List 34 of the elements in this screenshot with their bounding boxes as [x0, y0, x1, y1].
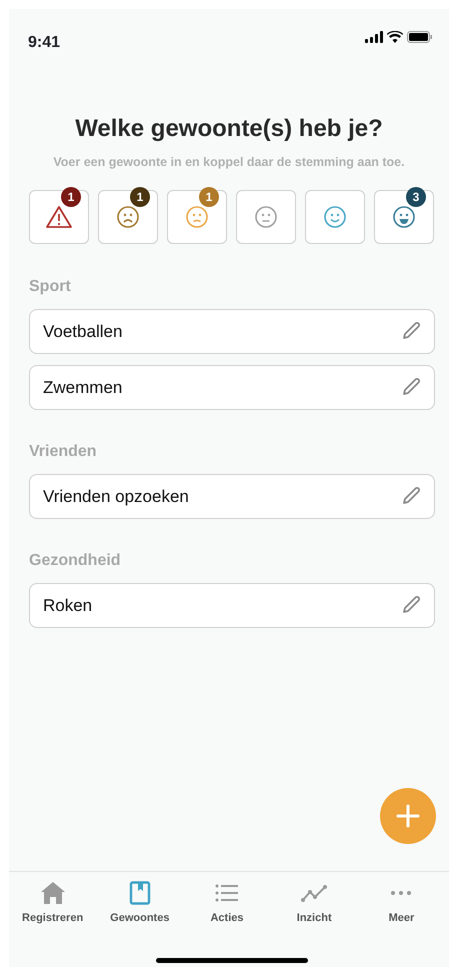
count-badge: 1 — [199, 186, 219, 207]
count-badge: 1 — [61, 186, 81, 207]
battery-icon — [407, 31, 433, 43]
mood-button[interactable] — [236, 190, 296, 244]
count-badge: 3 — [406, 186, 426, 207]
nav-tab[interactable]: Meer — [358, 880, 446, 930]
nav-tab[interactable]: Inzicht — [270, 880, 358, 930]
plus-icon — [396, 804, 420, 828]
group-label: Sport — [28, 276, 72, 297]
habit-field[interactable]: Zwemmen — [29, 364, 435, 410]
more-icon — [390, 891, 412, 895]
count-badge: 1 — [130, 186, 150, 207]
page-subtitle: Voer een gewoonte in en koppel daar de stemming aan toe. — [52, 154, 406, 171]
habit-field[interactable]: Voetballen — [29, 308, 435, 354]
mood-button[interactable] — [305, 190, 365, 244]
mood-button[interactable]: 1 — [98, 190, 158, 244]
trend-line-icon — [301, 882, 328, 904]
nav-tab[interactable]: Acties — [183, 880, 271, 930]
mood-button[interactable]: 3 — [374, 190, 434, 244]
page-title: Welke gewoonte(s) heb je? — [74, 114, 384, 144]
nav-tab[interactable]: Gewoontes — [96, 880, 184, 930]
group-label: Gezondheid — [28, 550, 122, 571]
habit-field[interactable]: Roken — [29, 582, 435, 628]
group-label: Vrienden — [28, 442, 98, 462]
book-icon — [128, 881, 151, 905]
signal-icon — [365, 31, 383, 43]
habit-field[interactable]: Vrienden opzoeken — [29, 474, 435, 519]
status-time: 9:41 — [28, 33, 60, 53]
mood-button[interactable]: 1 — [29, 190, 89, 244]
wifi-icon — [387, 31, 403, 43]
list-icon — [215, 882, 239, 904]
home-icon — [40, 881, 66, 905]
nav-tab[interactable]: Registreren — [9, 880, 96, 930]
mood-button[interactable]: 1 — [167, 190, 227, 244]
